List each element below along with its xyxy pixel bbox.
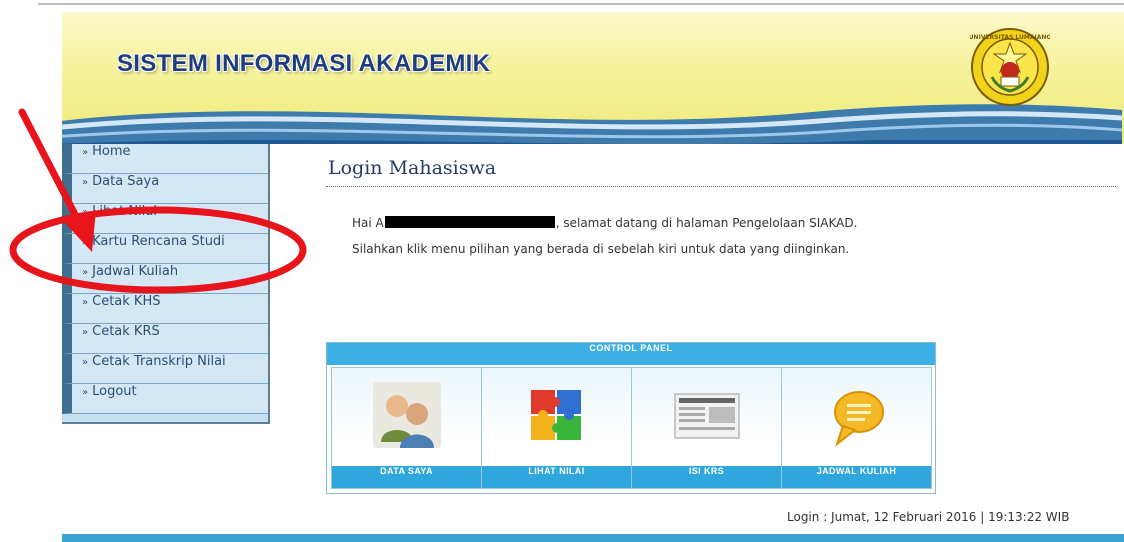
chevron-right-icon: » [82,387,89,398]
chevron-right-icon: » [82,297,89,308]
sidebar-item-label: Data Saya [92,174,160,189]
panel-item-label: JADWAL KULIAH [782,466,931,488]
header-banner: SISTEM INFORMASI AKADEMIK UNIVERSITAS LU… [62,12,1124,144]
sidebar-item-cetak-transkrip-nilai[interactable]: » Cetak Transkrip Nilai [62,354,268,384]
top-divider [38,3,1124,5]
panel-item-lihat-nilai[interactable]: LIHAT NILAI [481,367,632,489]
greeting-line: Hai A , selamat datang di halaman Pengelo… [352,210,857,236]
sidebar-item-logout[interactable]: » Logout [62,384,268,414]
sidebar-item-data-saya[interactable]: » Data Saya [62,174,268,204]
sidebar-item-jadwal-kuliah[interactable]: » Jadwal Kuliah [62,264,268,294]
page-frame: SISTEM INFORMASI AKADEMIK UNIVERSITAS LU… [62,12,1124,542]
site-title: SISTEM INFORMASI AKADEMIK [117,50,491,77]
sidebar-item-cetak-khs[interactable]: » Cetak KHS [62,294,268,324]
seal-ring-text: UNIVERSITAS LUMAJANG [970,34,1050,41]
panel-item-data-saya[interactable]: DATA SAYA [331,367,482,489]
sidebar-item-home[interactable]: » Home [62,144,268,174]
footer-bar [62,534,1124,542]
control-panel-grid: DATA SAYA LIHAT NILAI ISI KRS JADWAL KUL… [331,367,932,489]
page-title: Login Mahasiswa [328,157,497,179]
login-timestamp: Login : Jumat, 12 Februari 2016 | 19:13:… [787,510,1070,524]
chevron-right-icon: » [82,237,89,248]
users-icon [372,382,441,448]
chevron-right-icon: » [82,147,89,158]
greeting-prefix: Hai A [352,216,384,230]
sidebar-item-kartu-rencana-studi[interactable]: » Kartu Rencana Studi [62,234,268,264]
speech-bubble-icon [833,391,884,447]
puzzle-icon [530,390,581,440]
sidebar-item-label: Kartu Rencana Studi [92,234,225,249]
control-panel: CONTROL PANEL DATA SAYA LIHAT NILAI ISI … [326,342,936,494]
sidebar-item-label: Cetak KRS [92,324,160,339]
chevron-right-icon: » [82,207,89,218]
welcome-message: Hai A , selamat datang di halaman Pengelo… [352,210,857,262]
banner-swoosh-graphic [62,104,1122,144]
panel-item-label: DATA SAYA [332,466,481,488]
sidebar-item-label: Logout [92,384,137,399]
chevron-right-icon: » [82,267,89,278]
redacted-name [384,216,555,228]
chevron-right-icon: » [82,327,89,338]
instruction-line: Silahkan klik menu pilihan yang berada d… [352,242,850,256]
university-seal-icon: UNIVERSITAS LUMAJANG [970,28,1050,106]
sidebar-item-label: Lihat Nilai [92,204,157,219]
sidebar-item-label: Cetak KHS [92,294,161,309]
control-panel-title: CONTROL PANEL [327,343,935,365]
panel-item-label: ISI KRS [632,466,781,488]
newspaper-icon [674,393,739,439]
sidebar-menu: » Home » Data Saya » Lihat Nilai » Kartu Ren… [62,144,270,424]
chevron-right-icon: » [82,357,89,368]
sidebar-item-label: Home [92,144,131,159]
panel-item-jadwal-kuliah[interactable]: JADWAL KULIAH [781,367,932,489]
greeting-suffix: , selamat datang di halaman Pengelolaan … [555,216,858,230]
sidebar-item-label: Cetak Transkrip Nilai [92,354,226,369]
sidebar-item-lihat-nilai[interactable]: » Lihat Nilai [62,204,268,234]
sidebar-item-label: Jadwal Kuliah [92,264,179,279]
sidebar-item-cetak-krs[interactable]: » Cetak KRS [62,324,268,354]
panel-item-label: LIHAT NILAI [482,466,631,488]
panel-item-isi-krs[interactable]: ISI KRS [631,367,782,489]
chevron-right-icon: » [82,177,89,188]
title-divider [326,186,1116,187]
